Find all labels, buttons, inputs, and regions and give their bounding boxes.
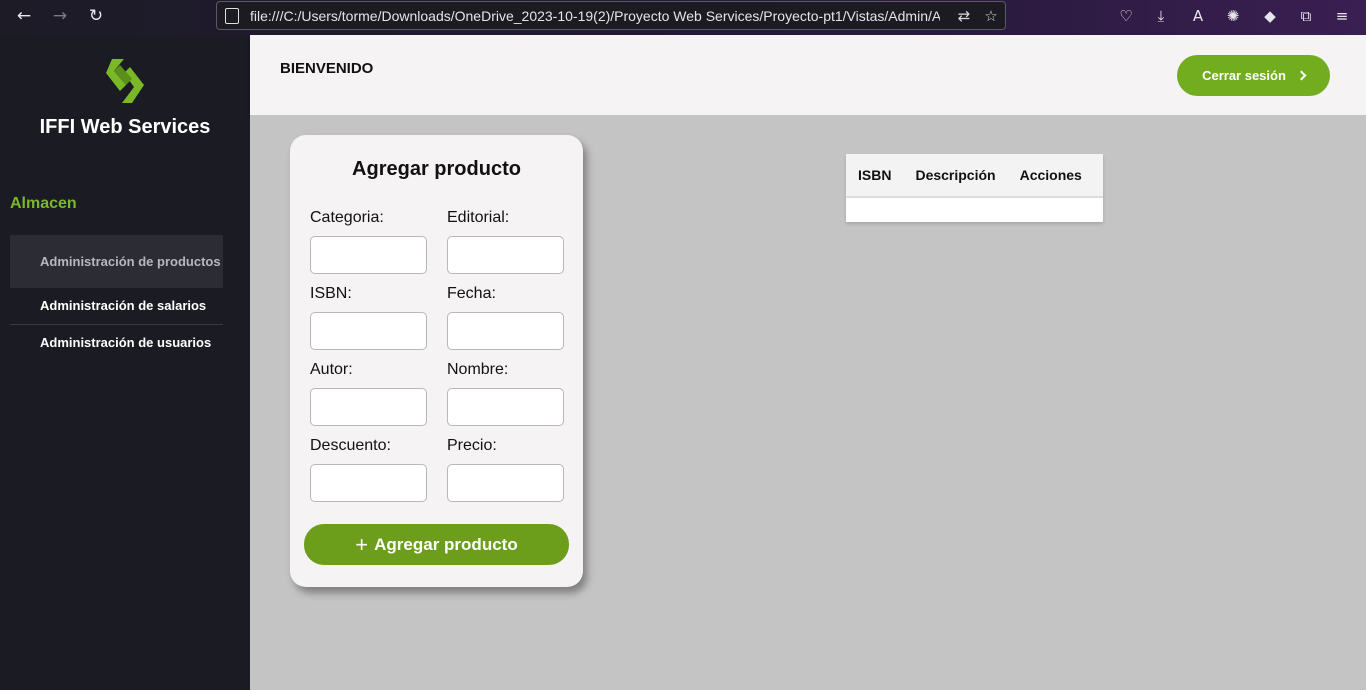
categoria-input[interactable] [310, 236, 427, 274]
card-title: Agregar producto [352, 158, 521, 180]
table-body [846, 198, 1103, 222]
nombre-label: Nombre: [447, 361, 509, 378]
nombre-input[interactable] [447, 388, 564, 426]
section-title: Almacen [10, 195, 77, 212]
color-picker-extension-icon[interactable]: ✺ [1222, 5, 1244, 27]
descuento-input[interactable] [310, 464, 427, 502]
autor-label: Autor: [310, 361, 353, 378]
editorial-input[interactable] [447, 236, 564, 274]
autor-input[interactable] [310, 388, 427, 426]
add-product-button[interactable]: + Agregar producto [304, 524, 569, 565]
pocket-icon[interactable]: ♡ [1115, 5, 1137, 27]
fecha-input[interactable] [447, 312, 564, 350]
sidebar-item-label: Administración de usuarios [40, 335, 212, 350]
column-header-descripcion: Descripción [915, 167, 996, 183]
chevron-right-icon [1296, 70, 1307, 81]
add-product-card: Agregar producto Categoria: Editorial: I… [290, 135, 583, 587]
add-product-label: Agregar producto [374, 534, 518, 554]
table-header: ISBN Descripción Acciones [846, 154, 1103, 198]
sidebar-item-productos[interactable]: Administración de productos [10, 235, 223, 288]
translate-extension-icon[interactable]: A [1187, 5, 1209, 27]
precio-input[interactable] [447, 464, 564, 502]
products-table: ISBN Descripción Acciones [846, 154, 1103, 222]
main-content: Agregar producto Categoria: Editorial: I… [250, 115, 1366, 690]
bookmark-star-icon[interactable]: ☆ [981, 7, 1001, 25]
plus-icon: + [355, 531, 369, 557]
sidebar: IFFI Web Services Almacen Administración… [0, 35, 250, 690]
column-header-isbn: ISBN [858, 167, 892, 183]
logout-label: Cerrar sesión [1202, 68, 1286, 83]
address-bar[interactable]: file:///C:/Users/torme/Downloads/OneDriv… [216, 1, 1006, 30]
isbn-input[interactable] [310, 312, 427, 350]
precio-label: Precio: [447, 437, 497, 454]
descuento-label: Descuento: [310, 437, 391, 454]
forward-arrow-icon[interactable]: → [46, 4, 74, 28]
sidebar-item-usuarios[interactable]: Administración de usuarios [10, 325, 223, 361]
browser-toolbar: ← → ↻ file:///C:/Users/torme/Downloads/O… [0, 0, 1366, 35]
url-text[interactable]: file:///C:/Users/torme/Downloads/OneDriv… [250, 8, 940, 24]
reload-icon[interactable]: ↻ [82, 4, 110, 28]
logo-icon [106, 59, 144, 103]
color-extension-icon[interactable]: ◆ [1259, 5, 1281, 27]
fecha-label: Fecha: [447, 285, 496, 302]
header: BIENVENIDO Cerrar sesión [250, 35, 1366, 115]
isbn-label: ISBN: [310, 285, 352, 302]
back-arrow-icon[interactable]: ← [10, 4, 38, 28]
editorial-label: Editorial: [447, 209, 510, 226]
sidebar-item-label: Administración de salarios [40, 298, 207, 313]
categoria-label: Categoria: [310, 209, 384, 226]
welcome-text: BIENVENIDO [280, 60, 374, 77]
brand-name: IFFI Web Services [39, 116, 211, 138]
download-icon[interactable]: ⤓ [1150, 5, 1172, 27]
menu-icon[interactable]: ≡ [1331, 5, 1353, 27]
file-icon [225, 7, 239, 24]
column-header-acciones: Acciones [1019, 167, 1082, 183]
sidebar-item-salarios[interactable]: Administración de salarios [10, 288, 223, 324]
logout-button[interactable]: Cerrar sesión [1177, 55, 1330, 96]
translate-icon[interactable]: ⇄ [954, 7, 974, 25]
extensions-icon[interactable]: ⧉ [1295, 5, 1317, 27]
sidebar-item-label: Administración de productos [40, 253, 221, 269]
